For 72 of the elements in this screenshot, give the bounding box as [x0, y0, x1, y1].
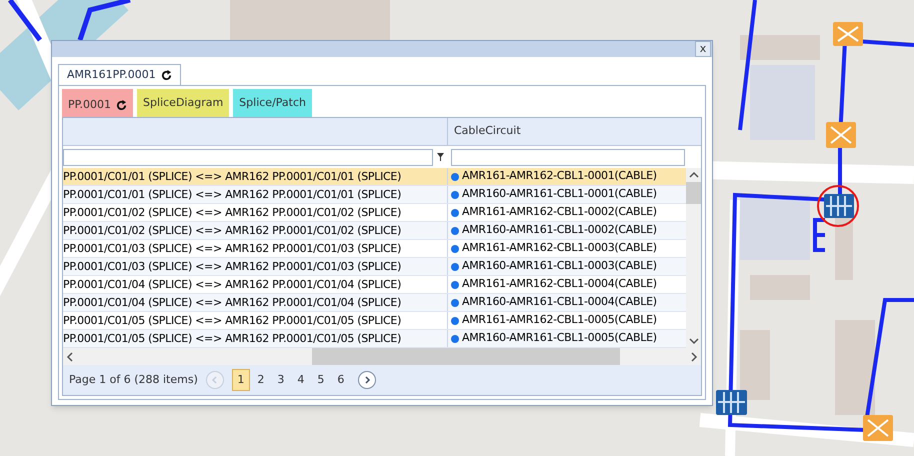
page-button[interactable]: 1 [232, 369, 250, 391]
status-dot-icon [451, 172, 459, 180]
building [740, 330, 770, 400]
status-dot-icon [451, 334, 459, 342]
column-header: CableCircuit [453, 123, 522, 140]
highlight-circle [817, 185, 859, 227]
table-cell: PP.0001/C01/04 (SPLICE) <=> AMR162 PP.0001/C01/04 (SPLICE) [63, 294, 448, 311]
status-dot-icon [451, 280, 459, 288]
close-button[interactable]: x [695, 41, 711, 57]
scrollbar-thumb[interactable] [686, 182, 701, 204]
refresh-icon[interactable] [116, 100, 128, 110]
table-cell: PP.0001/C01/02 (SPLICE) <=> AMR162 PP.0001/C01/02 (SPLICE) [63, 204, 448, 221]
table-cell-text: AMR161-AMR162-CBL1-0001(CABLE) [462, 168, 657, 184]
table-row[interactable]: PP.0001/C01/04 (SPLICE) <=> AMR162 PP.0001/C01/04 (SPLICE) AMR161-AMR162-CBL1-0004(CABLE) [63, 276, 686, 294]
table-cell-text: AMR160-AMR161-CBL1-0004(CABLE) [462, 294, 657, 310]
page-button[interactable]: 5 [312, 369, 330, 391]
table-row[interactable]: PP.0001/C01/05 (SPLICE) <=> AMR162 PP.0001/C01/05 (SPLICE) AMR160-AMR161-CBL1-0005(CABLE) [63, 330, 686, 348]
next-page-button[interactable] [358, 371, 376, 389]
table-row[interactable]: PP.0001/C01/03 (SPLICE) <=> AMR162 PP.0001/C01/03 (SPLICE) AMR161-AMR162-CBL1-0003(CABLE) [63, 240, 686, 258]
splice-closure-icon [833, 22, 863, 46]
cabinet-icon [716, 390, 747, 415]
table-cell-text: AMR161-AMR162-CBL1-0005(CABLE) [462, 312, 657, 328]
table-row[interactable]: PP.0001/C01/02 (SPLICE) <=> AMR162 PP.0001/C01/02 (SPLICE) AMR160-AMR161-CBL1-0002(CABLE) [63, 222, 686, 240]
parking-area [740, 195, 810, 260]
status-dot-icon [451, 244, 459, 252]
filter-field[interactable] [63, 148, 433, 166]
table-cell-text: AMR160-AMR161-CBL1-0005(CABLE) [462, 330, 657, 346]
table-cell-text: AMR161-AMR162-CBL1-0004(CABLE) [462, 276, 657, 292]
table-cell: PP.0001/C01/03 (SPLICE) <=> AMR162 PP.0001/C01/03 (SPLICE) [63, 240, 448, 257]
table-cell: PP.0001/C01/05 (SPLICE) <=> AMR162 PP.0001/C01/05 (SPLICE) [63, 330, 448, 347]
table-cell-text: AMR160-AMR161-CBL1-0002(CABLE) [462, 222, 657, 238]
vertical-scrollbar[interactable] [686, 168, 701, 348]
table-cell: PP.0001/C01/05 (SPLICE) <=> AMR162 PP.0001/C01/05 (SPLICE) [63, 312, 448, 329]
page-button[interactable]: 2 [252, 369, 270, 391]
status-dot-icon [451, 190, 459, 198]
table-cell: PP.0001/C01/04 (SPLICE) <=> AMR162 PP.0001/C01/04 (SPLICE) [63, 276, 448, 293]
table-cell-text: AMR160-AMR161-CBL1-0001(CABLE) [462, 186, 657, 202]
table-cell: PP.0001/C01/01 (SPLICE) <=> AMR162 PP.0001/C01/01 (SPLICE) [63, 186, 448, 203]
building [750, 275, 810, 300]
tab[interactable]: AMR161PP.0001 [58, 64, 181, 86]
status-dot-icon [451, 262, 459, 270]
splice-closure-icon [826, 122, 856, 148]
table-row[interactable]: PP.0001/C01/01 (SPLICE) <=> AMR162 PP.0001/C01/01 (SPLICE) AMR160-AMR161-CBL1-0001(CABLE) [63, 186, 686, 204]
scrollbar-thumb[interactable] [312, 348, 620, 365]
page-button[interactable]: 6 [332, 369, 350, 391]
table-cell: PP.0001/C01/01 (SPLICE) <=> AMR162 PP.0001/C01/01 (SPLICE) [63, 168, 448, 185]
page-button[interactable]: 4 [292, 369, 310, 391]
table-row[interactable]: PP.0001/C01/03 (SPLICE) <=> AMR162 PP.0001/C01/03 (SPLICE) AMR160-AMR161-CBL1-0003(CABLE) [63, 258, 686, 276]
building [835, 218, 853, 280]
tab[interactable]: Splice/Patch [233, 89, 312, 117]
filter-field[interactable] [451, 148, 685, 166]
table-cell-text: AMR161-AMR162-CBL1-0002(CABLE) [462, 204, 657, 220]
horizontal-scrollbar[interactable] [63, 348, 701, 365]
table-cell: PP.0001/C01/03 (SPLICE) <=> AMR162 PP.0001/C01/03 (SPLICE) [63, 258, 448, 275]
table-cell-text: AMR160-AMR161-CBL1-0003(CABLE) [462, 258, 657, 274]
chevron-right-icon[interactable] [362, 376, 371, 384]
table-row[interactable]: PP.0001/C01/05 (SPLICE) <=> AMR162 PP.0001/C01/05 (SPLICE) AMR161-AMR162-CBL1-0005(CABLE) [63, 312, 686, 330]
status-dot-icon [451, 316, 459, 324]
table-cell-text: AMR161-AMR162-CBL1-0003(CABLE) [462, 240, 657, 256]
table-cell: PP.0001/C01/02 (SPLICE) <=> AMR162 PP.0001/C01/02 (SPLICE) [63, 222, 448, 239]
filter-icon[interactable] [437, 153, 444, 161]
cabinet-icon [824, 194, 854, 218]
status-dot-icon [451, 226, 459, 234]
pager-summary: Page 1 of 6 (288 items) [69, 372, 198, 388]
page-button[interactable]: 3 [272, 369, 290, 391]
table-row[interactable]: PP.0001/C01/04 (SPLICE) <=> AMR162 PP.0001/C01/04 (SPLICE) AMR160-AMR161-CBL1-0004(CABLE) [63, 294, 686, 312]
table-row[interactable]: PP.0001/C01/02 (SPLICE) <=> AMR162 PP.0001/C01/02 (SPLICE) AMR161-AMR162-CBL1-0002(CABLE) [63, 204, 686, 222]
status-dot-icon [451, 298, 459, 306]
tab[interactable]: SpliceDiagram [137, 89, 230, 117]
refresh-icon[interactable] [160, 70, 172, 81]
status-dot-icon [451, 208, 459, 216]
table-row[interactable]: PP.0001/C01/01 (SPLICE) <=> AMR162 PP.0001/C01/01 (SPLICE) AMR161-AMR162-CBL1-0001(CABLE) [63, 168, 686, 186]
